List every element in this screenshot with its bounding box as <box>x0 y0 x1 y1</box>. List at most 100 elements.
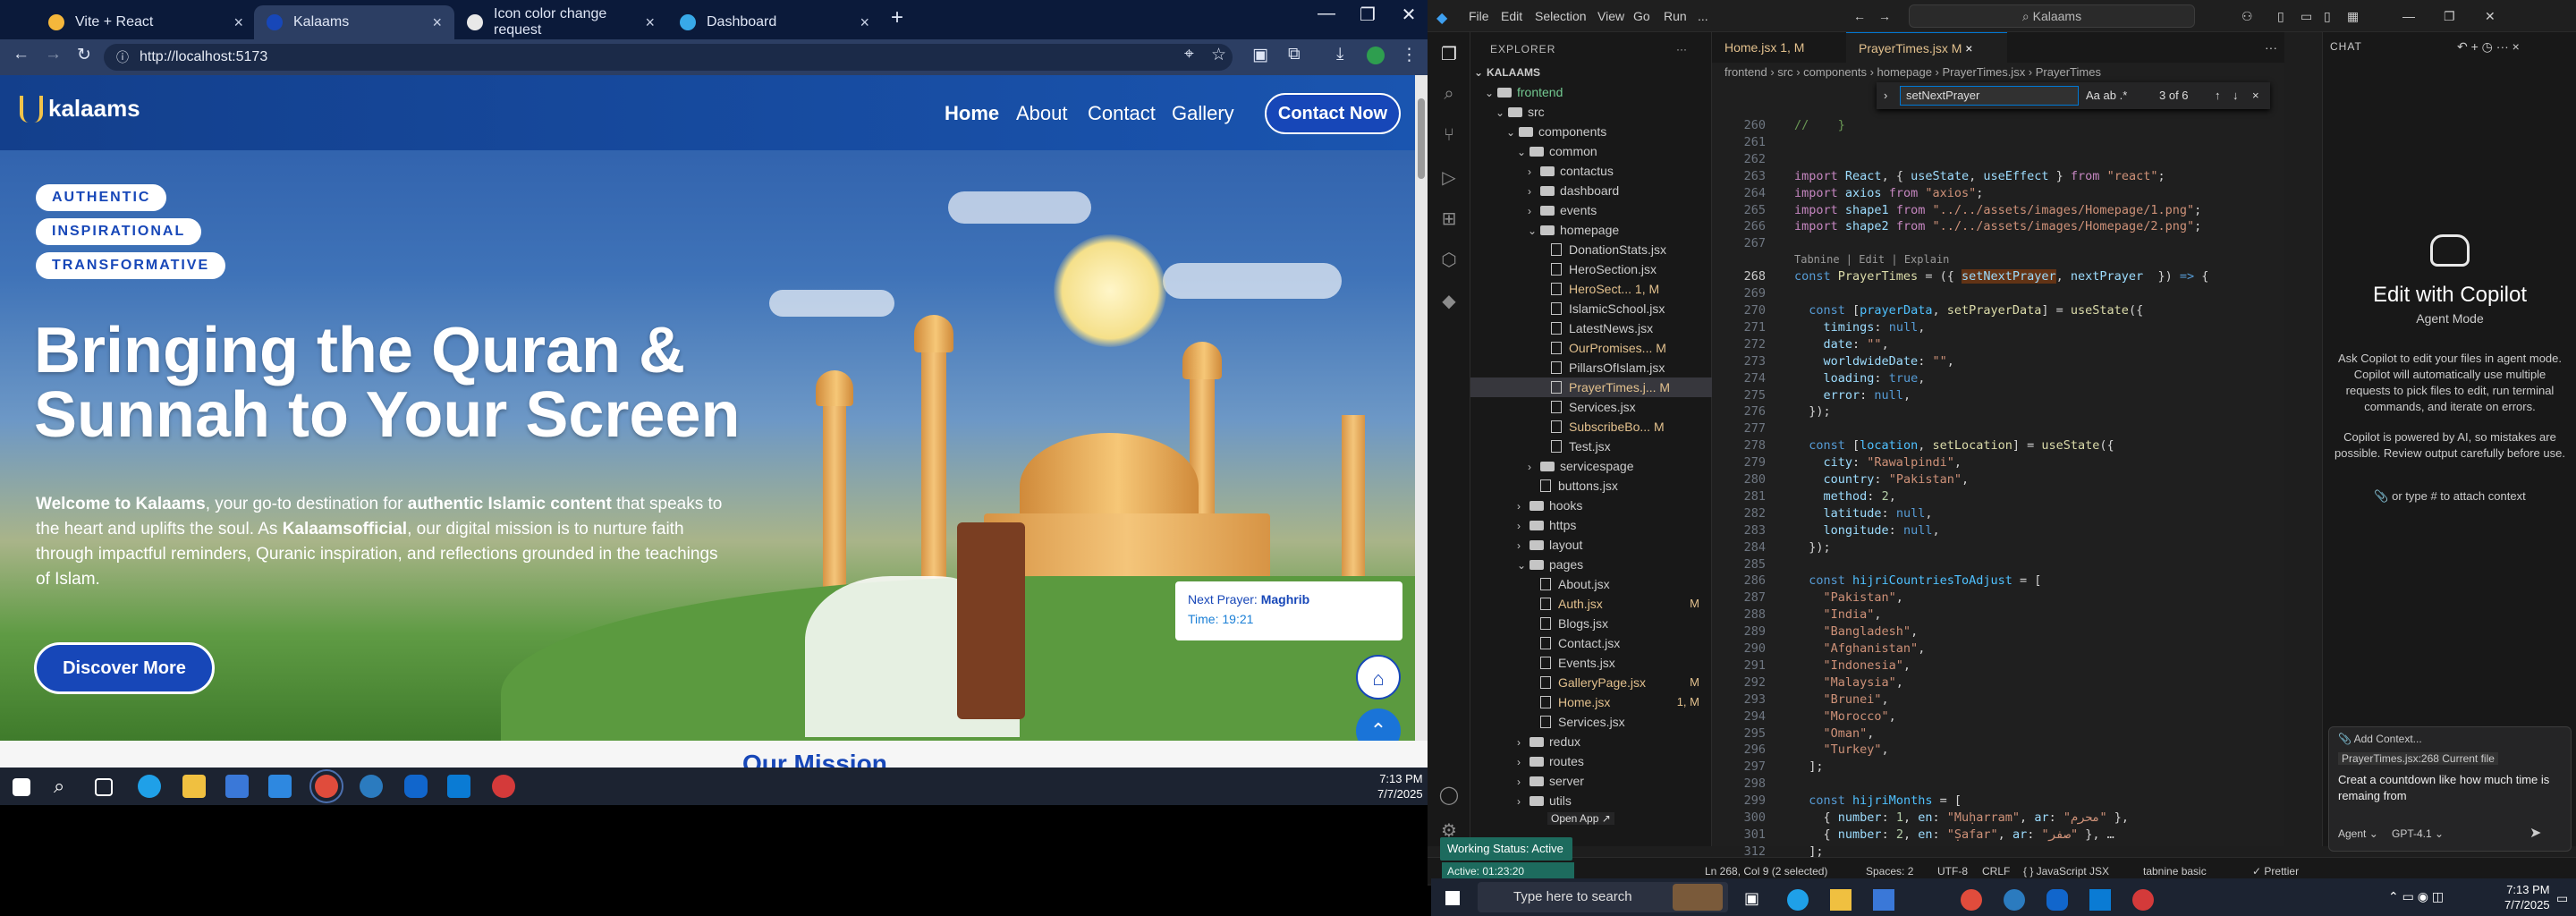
tree-file[interactable]: OurPromises... M <box>1470 338 1712 358</box>
chrome-icon[interactable] <box>1961 889 1982 911</box>
code-line[interactable]: longitude: null, <box>1794 523 1940 538</box>
close-icon[interactable]: × <box>860 13 869 32</box>
code-line[interactable]: error: null, <box>1794 388 1911 403</box>
tree-folder[interactable]: › servicespage <box>1470 456 1712 476</box>
tree-file[interactable]: GalleryPage.jsx M <box>1470 673 1712 692</box>
store-icon[interactable] <box>1873 889 1894 911</box>
tree-folder[interactable]: › routes <box>1470 751 1712 771</box>
menu-view[interactable]: View <box>1597 9 1624 23</box>
tabnine-icon[interactable]: ◆ <box>1438 290 1460 311</box>
layout-panel-icon[interactable]: ▭ <box>2301 9 2312 24</box>
extensions-icon[interactable]: ⊞ <box>1438 208 1460 229</box>
file-explorer-icon[interactable] <box>182 775 206 798</box>
task-view-icon[interactable] <box>95 778 113 796</box>
code-line[interactable]: "India", <box>1794 607 1882 622</box>
app-icon[interactable] <box>2132 889 2154 911</box>
code-line[interactable]: import axios from "axios"; <box>1794 186 1983 200</box>
chrome-tab-kalaams[interactable]: Kalaams × <box>254 5 454 39</box>
extension-icon[interactable]: ▣ <box>1252 45 1268 65</box>
code-line[interactable]: date: "", <box>1794 337 1889 352</box>
contact-now-button[interactable]: Contact Now <box>1265 93 1401 134</box>
tree-file[interactable]: IslamicSchool.jsx <box>1470 299 1712 318</box>
store-icon[interactable] <box>225 775 249 798</box>
tree-file[interactable]: Contact.jsx <box>1470 633 1712 653</box>
tree-folder[interactable]: › server <box>1470 771 1712 791</box>
chat-input[interactable]: Creat a countdown like how much time is … <box>2338 772 2562 804</box>
nav-back-icon[interactable]: ← <box>1853 9 1866 23</box>
layout-sidebar-icon[interactable]: ▯ <box>2277 9 2284 24</box>
code-line[interactable]: const PrayerTimes = ({ setNextPrayer, ne… <box>1794 269 2208 284</box>
maximize-icon[interactable]: ❐ <box>2444 9 2455 24</box>
taskbar-clock[interactable]: 7:13 PM 7/7/2025 <box>2504 882 2550 912</box>
editor-tab-home[interactable]: Home.jsx 1, M <box>1712 32 1846 63</box>
tree-folder[interactable]: › dashboard <box>1470 181 1712 200</box>
chrome-tab-vite[interactable]: Vite + React × <box>36 5 256 39</box>
location-icon[interactable]: ⌖ <box>1184 45 1194 64</box>
customize-layout-icon[interactable]: ▦ <box>2347 9 2359 24</box>
explorer-more-icon[interactable]: ··· <box>1676 43 1687 55</box>
tree-folder[interactable]: › hooks <box>1470 496 1712 515</box>
working-status-popup[interactable]: Working Status: Active <box>1440 837 1572 861</box>
code-line[interactable]: "Turkey", <box>1794 742 1889 757</box>
bookmark-star-icon[interactable]: ☆ <box>1211 45 1226 65</box>
puzzle-icon[interactable]: ⧉ <box>1288 45 1301 64</box>
chrome-tab-icon-color[interactable]: Icon color change request × <box>454 5 667 39</box>
tree-folder[interactable]: › utils <box>1470 791 1712 810</box>
page-scrollbar[interactable] <box>1415 75 1428 741</box>
menu-more[interactable]: ... <box>1698 9 1708 23</box>
code-line[interactable]: timings: null, <box>1794 320 1926 335</box>
tree-file[interactable]: PrayerTimes.j... M <box>1470 377 1712 397</box>
tree-file[interactable]: HeroSection.jsx <box>1470 259 1712 279</box>
copilot-icon[interactable]: ⚇ <box>2241 9 2253 24</box>
tree-folder[interactable]: › contactus <box>1470 161 1712 181</box>
run-debug-icon[interactable]: ▷ <box>1438 166 1460 188</box>
profile-avatar[interactable] <box>1367 47 1385 64</box>
find-options[interactable]: Aa ab .* <box>2086 82 2127 109</box>
code-line[interactable]: const hijriCountriesToAdjust = [ <box>1794 573 2041 588</box>
close-window-icon[interactable]: ✕ <box>2485 9 2496 24</box>
find-input[interactable]: setNextPrayer <box>1900 86 2079 106</box>
tree-file[interactable]: Services.jsx <box>1470 397 1712 417</box>
code-line[interactable]: { number: 2, en: "Ṣafar", ar: "صفر" }, … <box>1794 827 2114 842</box>
code-line[interactable]: "Oman", <box>1794 726 1875 741</box>
close-icon[interactable]: × <box>645 13 655 32</box>
current-file-chip[interactable]: PrayerTimes.jsx:268 Current file <box>2338 752 2498 765</box>
nav-contact[interactable]: Contact <box>1088 102 1156 125</box>
code-line[interactable]: country: "Pakistan", <box>1794 472 1970 487</box>
new-tab-icon[interactable]: + <box>891 5 903 30</box>
windows-start-icon[interactable] <box>13 778 30 796</box>
code-line[interactable]: "Malaysia", <box>1794 675 1903 690</box>
code-line[interactable]: import React, { useState, useEffect } fr… <box>1794 169 2165 183</box>
mail-icon[interactable] <box>268 775 292 798</box>
tree-folder[interactable]: ⌄ components <box>1470 122 1712 141</box>
discover-more-button[interactable]: Discover More <box>34 642 215 694</box>
tree-file[interactable]: HeroSect... 1, M <box>1470 279 1712 299</box>
tree-file[interactable]: Events.jsx <box>1470 653 1712 673</box>
code-line[interactable]: "Afghanistan", <box>1794 641 1926 656</box>
code-line[interactable]: city: "Rawalpindi", <box>1794 455 1962 470</box>
nav-about[interactable]: About <box>1016 102 1068 125</box>
menu-selection[interactable]: Selection <box>1535 9 1587 23</box>
tree-folder[interactable]: ⌄ pages <box>1470 555 1712 574</box>
code-line[interactable]: const [prayerData, setPrayerData] = useS… <box>1794 303 2143 318</box>
minimize-icon[interactable]: — <box>2402 9 2415 23</box>
layout-secondary-icon[interactable]: ▯ <box>2324 9 2331 24</box>
code-line[interactable]: import shape1 from "../../assets/images/… <box>1794 203 2201 217</box>
taskbar-clock[interactable]: 7:13 PM 7/7/2025 <box>1377 771 1423 802</box>
search-icon[interactable]: ⌕ <box>54 775 77 798</box>
code-line[interactable]: { number: 1, en: "Muḥarram", ar: "محرم" … <box>1794 810 2130 825</box>
vscode-icon[interactable] <box>447 775 470 798</box>
minimize-icon[interactable]: — <box>1306 4 1347 24</box>
code-line[interactable]: ]; <box>1794 759 1823 774</box>
tree-folder[interactable]: › https <box>1470 515 1712 535</box>
breadcrumb[interactable]: frontend › src › components › homepage ›… <box>1712 63 2284 82</box>
tree-file[interactable]: Services.jsx <box>1470 712 1712 732</box>
tree-folder[interactable]: ⌄ common <box>1470 141 1712 161</box>
close-icon[interactable]: × <box>432 13 442 32</box>
code-line[interactable]: const hijriMonths = [ <box>1794 793 1962 808</box>
code-line[interactable]: "Pakistan", <box>1794 590 1903 605</box>
workspace-root[interactable]: ⌄ KALAAMS <box>1470 63 1712 82</box>
tree-file[interactable]: PillarsOfIslam.jsx <box>1470 358 1712 377</box>
codelens[interactable]: Tabnine | Edit | Explain <box>1794 253 1949 266</box>
code-line[interactable]: latitude: null, <box>1794 506 1933 521</box>
